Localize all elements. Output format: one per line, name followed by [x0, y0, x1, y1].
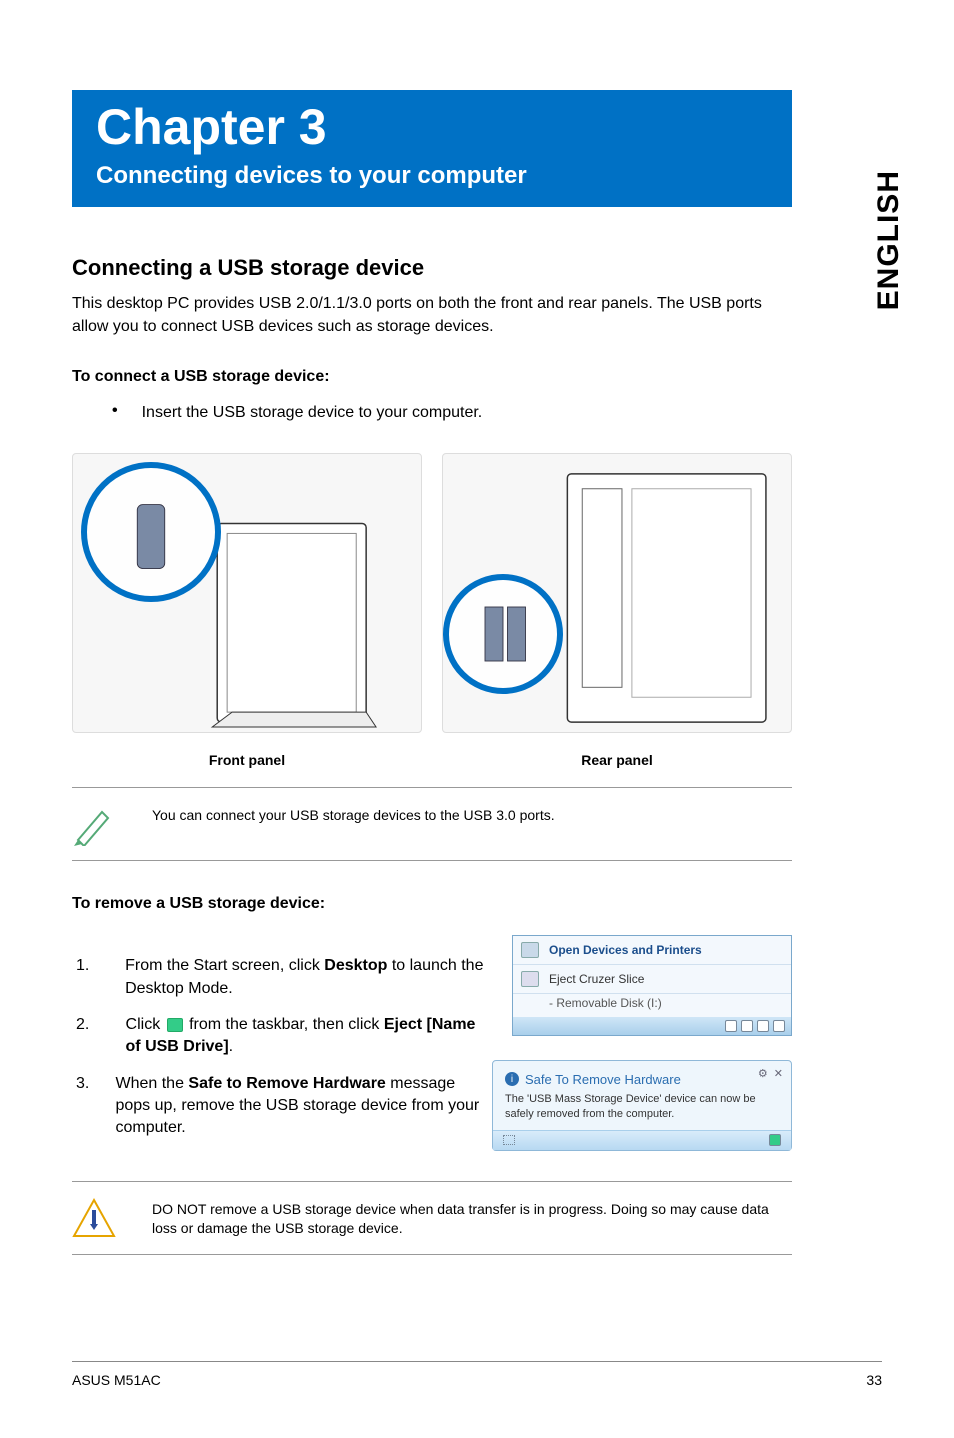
tray-icon-1	[725, 1020, 737, 1032]
section-intro: This desktop PC provides USB 2.0/1.1/3.0…	[72, 293, 792, 338]
front-panel-col: Front panel	[72, 453, 422, 767]
eject-row[interactable]: Eject Cruzer Slice	[513, 965, 791, 994]
pencil-icon	[72, 802, 116, 846]
step-2-text: Click from the taskbar, then click Eject…	[126, 1014, 494, 1059]
step-1-num: 1.	[72, 955, 101, 977]
front-panel-label: Front panel	[209, 753, 285, 767]
footer-product: ASUS M51AC	[72, 1372, 161, 1388]
step-1-pre: From the Start screen, click	[125, 957, 324, 974]
step-3-bold: Safe to Remove Hardware	[188, 1075, 385, 1092]
step-3: 3. When the Safe to Remove Hardware mess…	[72, 1073, 494, 1140]
language-tab: ENGLISH	[874, 170, 904, 310]
step-2-post: .	[229, 1038, 233, 1055]
step-3-num: 3.	[72, 1073, 91, 1095]
tray-icon-3	[757, 1020, 769, 1032]
eject-label: Eject Cruzer Slice	[549, 972, 644, 986]
warning-note: DO NOT remove a USB storage device when …	[72, 1181, 792, 1255]
rear-panel-label: Rear panel	[581, 753, 653, 767]
connect-bullet-text: Insert the USB storage device to your co…	[142, 402, 483, 424]
safe-remove-balloon: ⚙ ✕ i Safe To Remove Hardware The 'USB M…	[492, 1060, 792, 1151]
step-2: 2. Click from the taskbar, then click Ej…	[72, 1014, 494, 1059]
balloon-taskbar	[493, 1130, 791, 1150]
remove-two-col: 1. From the Start screen, click Desktop …	[72, 941, 792, 1151]
balloon-controls: ⚙ ✕	[758, 1067, 783, 1082]
rear-panel-col: Rear panel	[442, 453, 792, 767]
rear-panel-zoom-circle	[443, 574, 563, 694]
chapter-title: Chapter 3	[96, 102, 768, 152]
connect-bullet-row: • Insert the USB storage device to your …	[72, 402, 882, 424]
balloon-settings-icon[interactable]: ⚙	[758, 1067, 768, 1082]
diagram-row: Front panel Rear panel	[72, 453, 792, 767]
usb-tray-icon	[167, 1018, 183, 1032]
balloon-title-row: i Safe To Remove Hardware	[505, 1071, 779, 1089]
remove-steps: 1. From the Start screen, click Desktop …	[72, 941, 494, 1151]
section-heading: Connecting a USB storage device	[72, 255, 882, 281]
front-panel-zoom-circle	[81, 462, 221, 602]
chapter-subtitle: Connecting devices to your computer	[96, 162, 768, 191]
step-3-text: When the Safe to Remove Hardware message…	[115, 1073, 494, 1140]
step-3-pre: When the	[115, 1075, 188, 1092]
rear-panel-illustration	[442, 453, 792, 733]
tray-icon-4	[773, 1020, 785, 1032]
warning-text: DO NOT remove a USB storage device when …	[152, 1196, 792, 1238]
warning-icon	[72, 1196, 116, 1240]
tip-note: You can connect your USB storage devices…	[72, 787, 792, 861]
tip-text: You can connect your USB storage devices…	[152, 802, 555, 825]
screenshots-col: Open Devices and Printers Eject Cruzer S…	[512, 935, 792, 1151]
step-1: 1. From the Start screen, click Desktop …	[72, 955, 494, 1000]
remove-heading: To remove a USB storage device:	[72, 893, 882, 915]
step-1-text: From the Start screen, click Desktop to …	[125, 955, 494, 1000]
taskbar-grip-icon	[503, 1135, 515, 1145]
info-icon: i	[505, 1072, 519, 1086]
balloon-body: The 'USB Mass Storage Device' device can…	[505, 1092, 779, 1122]
step-2-pre: Click	[126, 1016, 165, 1033]
front-panel-illustration	[72, 453, 422, 733]
connect-heading: To connect a USB storage device:	[72, 366, 882, 388]
balloon-close-icon[interactable]: ✕	[774, 1067, 783, 1082]
balloon-title: Safe To Remove Hardware	[525, 1071, 681, 1089]
eject-menu-popup: Open Devices and Printers Eject Cruzer S…	[512, 935, 792, 1035]
footer-page-number: 33	[866, 1372, 882, 1388]
open-devices-row[interactable]: Open Devices and Printers	[513, 936, 791, 965]
taskbar-usb-icon	[769, 1134, 781, 1146]
page: ENGLISH Chapter 3 Connecting devices to …	[0, 0, 954, 1438]
step-1-bold: Desktop	[324, 957, 387, 974]
drive-icon	[521, 971, 539, 987]
page-footer: ASUS M51AC 33	[72, 1361, 882, 1388]
tray-strip	[513, 1017, 791, 1035]
tray-icon-2	[741, 1020, 753, 1032]
step-2-mid: from the taskbar, then click	[185, 1016, 384, 1033]
open-devices-label: Open Devices and Printers	[549, 943, 702, 957]
bullet-dot-icon: •	[112, 402, 118, 420]
removable-disk-label: - Removable Disk (I:)	[513, 994, 791, 1016]
step-2-num: 2.	[72, 1014, 102, 1036]
chapter-header: Chapter 3 Connecting devices to your com…	[72, 90, 792, 207]
devices-icon	[521, 942, 539, 958]
